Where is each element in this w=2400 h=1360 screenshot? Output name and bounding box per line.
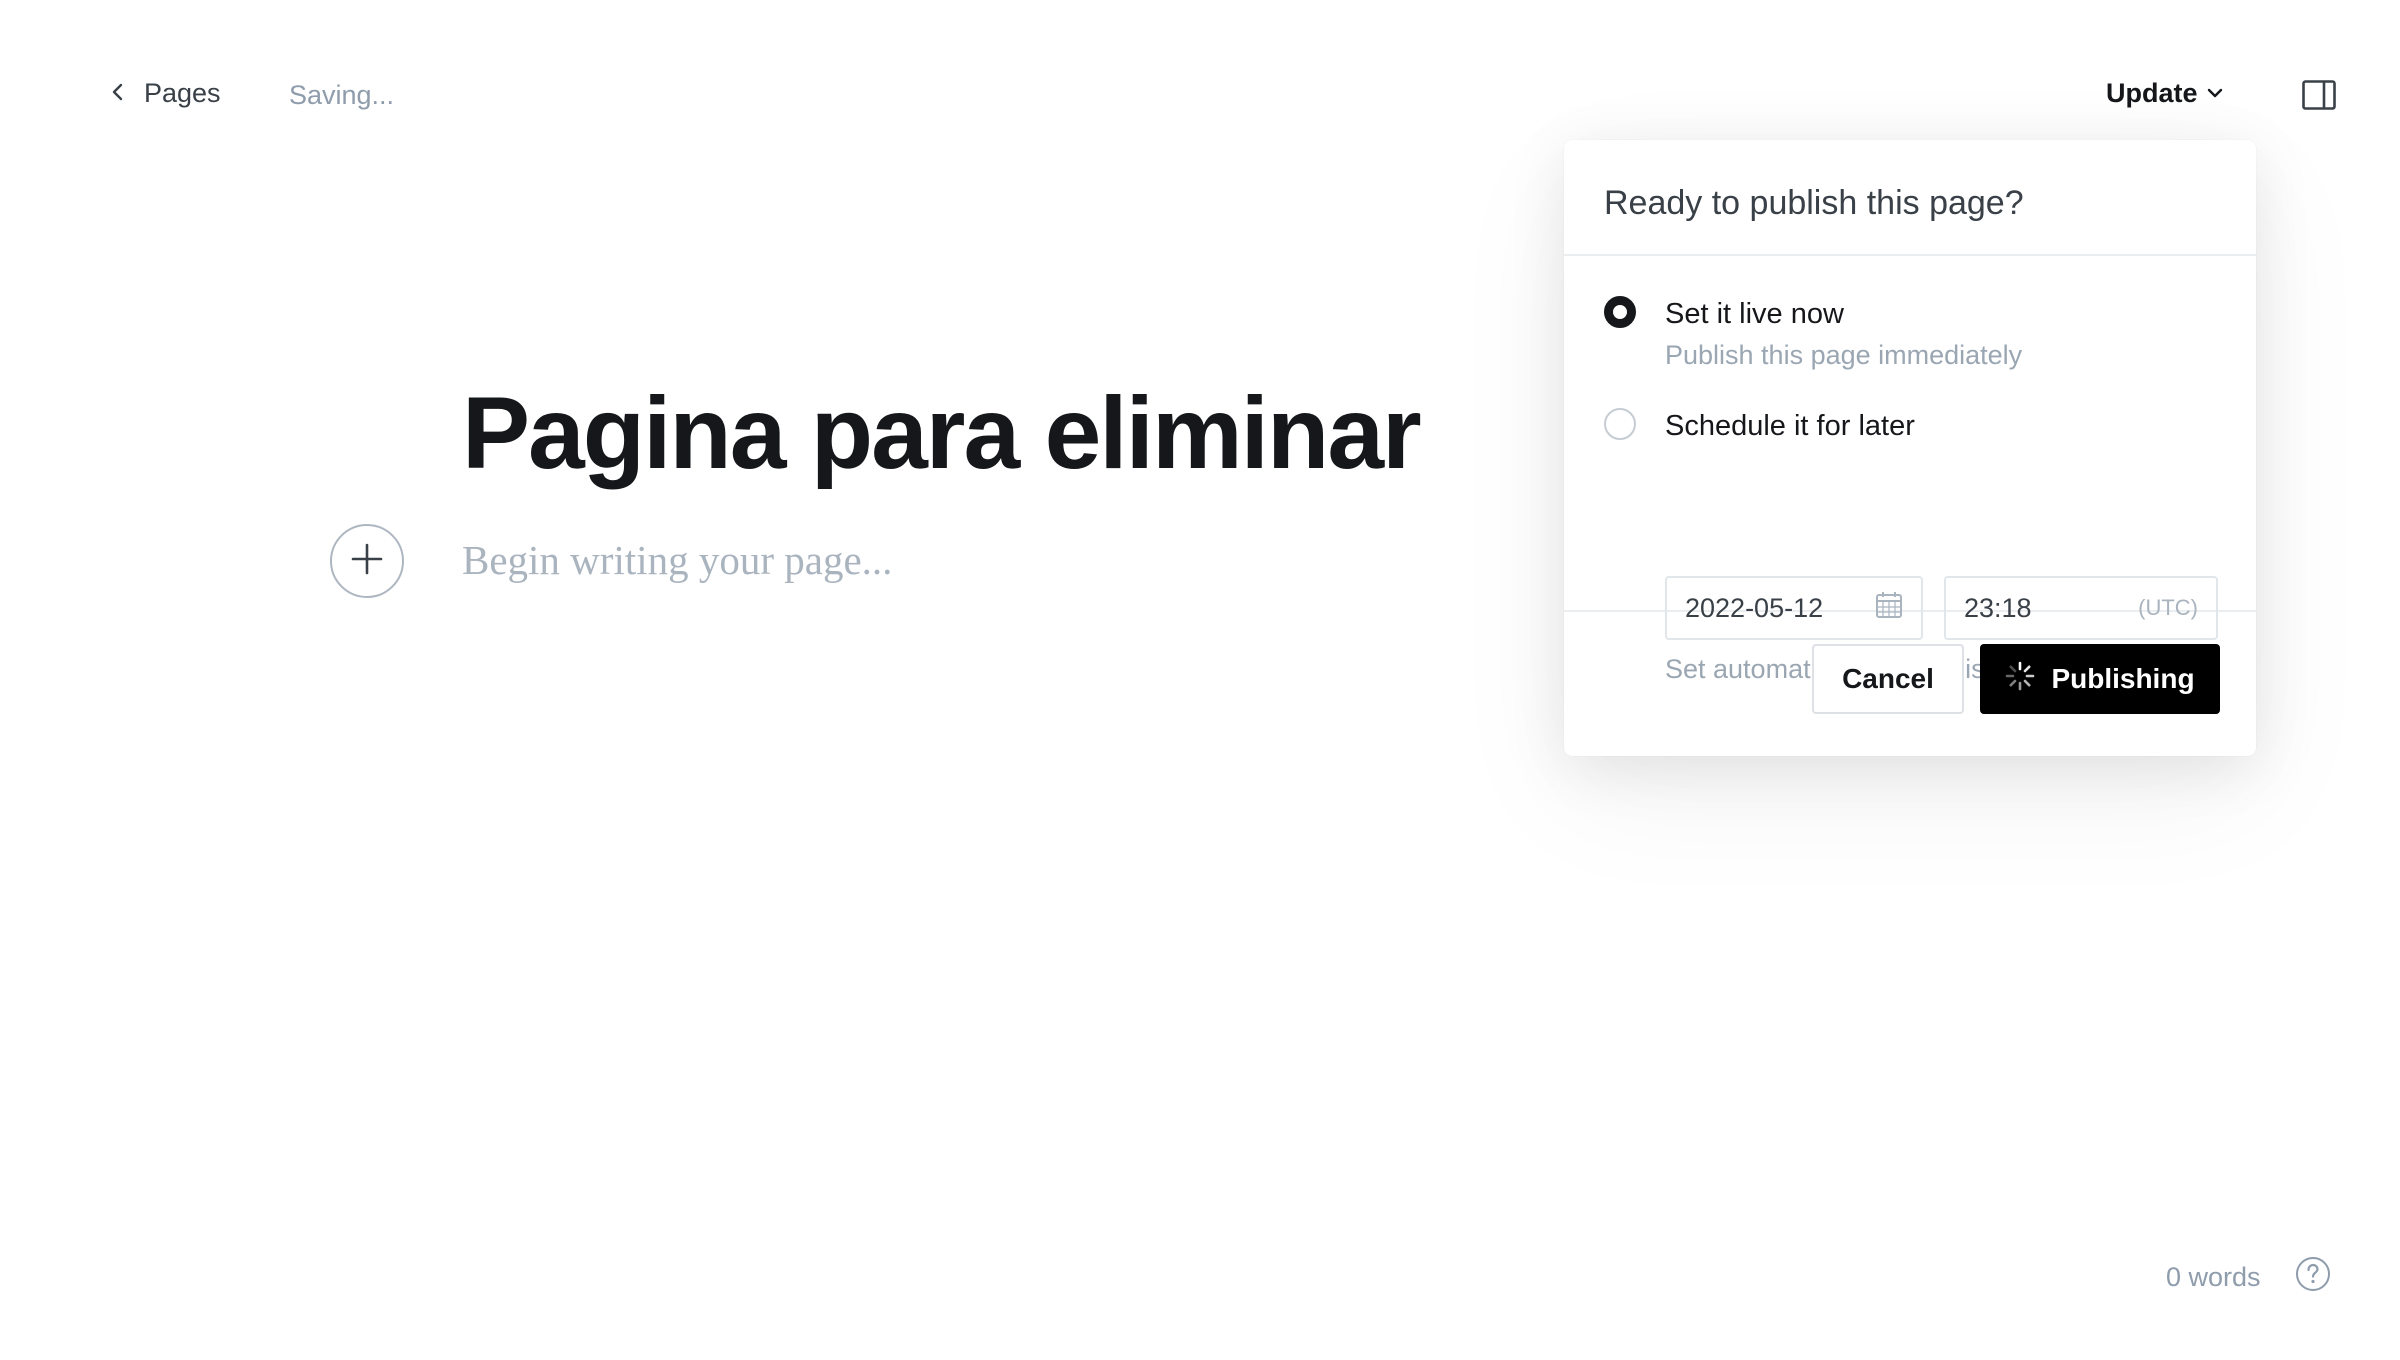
publish-popover: Ready to publish this page? Set it live … [1564,140,2256,756]
radio-schedule-later[interactable] [1604,408,1636,440]
save-status: Saving... [289,80,395,110]
cancel-button[interactable]: Cancel [1812,644,1964,714]
body-editor-placeholder[interactable]: Begin writing your page... [462,536,892,584]
chevron-left-icon [108,78,128,109]
back-to-pages-link[interactable]: Pages [108,78,221,109]
publish-button[interactable]: Publishing [1980,644,2220,714]
editor-page: Pages Saving... Update Pagina para elimi… [0,0,2400,1360]
publish-options: Set it live now Publish this page immedi… [1564,256,2256,684]
page-title[interactable]: Pagina para eliminar [462,382,1422,484]
popover-footer: Cancel Publishing [1564,612,2256,754]
back-label: Pages [144,78,221,108]
sidebar-toggle-icon[interactable] [2302,80,2336,110]
publish-label: Publishing [2051,663,2195,694]
add-card-button[interactable] [330,524,404,598]
update-button[interactable]: Update [2106,78,2224,109]
word-count: 0 words [2166,1262,2261,1292]
update-label: Update [2106,78,2198,108]
option-description: Publish this page immediately [1665,340,2023,370]
chevron-down-icon [2206,78,2224,109]
question-circle-icon[interactable] [2295,1256,2331,1292]
popover-title: Ready to publish this page? [1564,140,2256,256]
radio-set-live-now[interactable] [1604,296,1636,328]
option-label: Schedule it for later [1665,410,1915,442]
spinner-icon [2005,661,2035,698]
option-label: Set it live now [1665,298,1844,330]
plus-icon [350,542,384,581]
